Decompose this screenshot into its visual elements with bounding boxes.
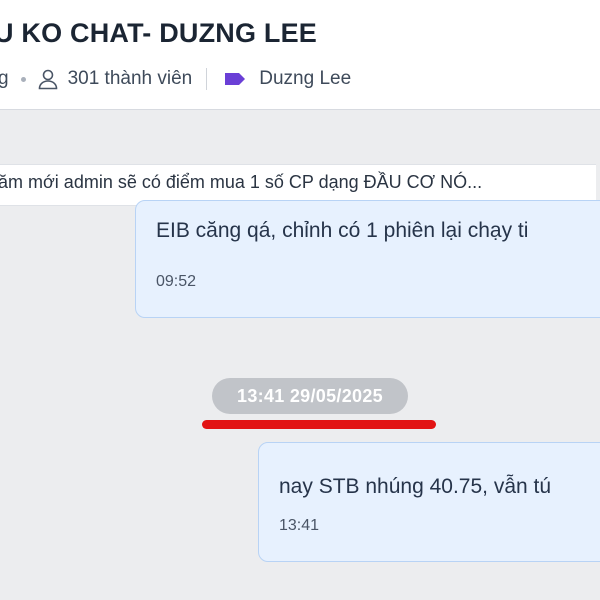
dot-separator bbox=[20, 76, 26, 82]
date-separator: 13:41 29/05/2025 bbox=[212, 378, 408, 414]
message-bubble[interactable]: nay STB nhúng 40.75, vẫn tú 13:41 bbox=[258, 442, 600, 562]
message-time: 09:52 bbox=[156, 273, 197, 290]
person-icon bbox=[38, 69, 57, 90]
chat-header: U KO CHAT- DUZNG LEE g 301 thành viên Du… bbox=[0, 0, 600, 110]
tag-icon bbox=[225, 73, 246, 85]
group-title[interactable]: U KO CHAT- DUZNG LEE bbox=[0, 18, 317, 49]
message-bubble[interactable]: EIB căng qá, chỉnh có 1 phiên lại chạy t… bbox=[135, 200, 600, 318]
divider bbox=[206, 68, 208, 90]
message-time: 13:41 bbox=[279, 517, 320, 534]
pinned-area: ăm mới admin sẽ có điểm mua 1 số CP dạng… bbox=[0, 110, 600, 206]
member-count[interactable]: 301 thành viên bbox=[68, 68, 193, 90]
pinned-message-text: ăm mới admin sẽ có điểm mua 1 số CP dạng… bbox=[0, 172, 483, 192]
group-meta: g 301 thành viên Duzng Lee bbox=[0, 66, 351, 92]
meta-prefix: g bbox=[0, 68, 9, 89]
message-text: nay STB nhúng 40.75, vẫn tú bbox=[279, 475, 552, 498]
message-text: EIB căng qá, chỉnh có 1 phiên lại chạy t… bbox=[156, 219, 529, 242]
red-underline-annotation bbox=[202, 420, 436, 429]
owner-tag-label[interactable]: Duzng Lee bbox=[259, 68, 351, 90]
